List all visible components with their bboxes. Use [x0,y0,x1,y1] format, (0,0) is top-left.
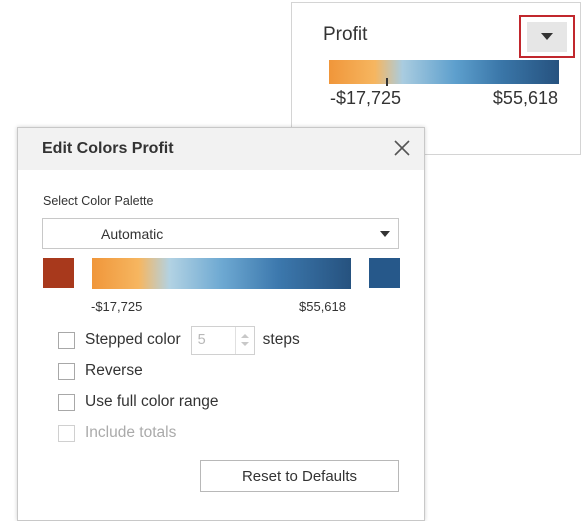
chevron-down-icon[interactable] [240,342,249,346]
close-icon[interactable] [390,136,414,160]
legend-menu-button-face[interactable] [527,21,567,52]
full-range-checkbox[interactable] [58,393,75,411]
palette-select-arrow [380,231,390,237]
stepped-color-checkbox[interactable] [58,331,75,349]
palette-gradient [92,258,351,289]
legend-menu-button[interactable] [519,15,575,58]
steps-spinner[interactable] [234,326,254,354]
legend-min-value: -$17,725 [330,88,402,108]
gradient-min-value: -$17,725 [91,299,143,314]
steps-value: 5 [197,332,206,348]
gradient-max-value: $55,618 [299,299,346,314]
full-range-label: Use full color range [85,393,219,410]
palette-select-value: Automatic [101,226,164,242]
chevron-up-icon[interactable] [240,334,249,338]
legend-max-value: $55,618 [492,88,558,108]
reset-to-defaults-button[interactable]: Reset to Defaults [200,460,399,492]
reverse-row: Reverse [58,360,143,382]
dialog-title: Edit Colors Profit [42,140,174,157]
edit-colors-dialog: Edit Colors Profit Select Color Palette … [17,127,425,521]
include-totals-label: Include totals [85,424,177,441]
include-totals-checkbox [58,424,75,442]
chevron-down-icon [380,231,390,237]
dialog-header: Edit Colors Profit [18,128,424,170]
start-color-swatch[interactable] [43,258,74,288]
legend-zero-tick [386,78,388,86]
legend-title: Profit [323,24,368,45]
palette-select[interactable]: Automatic [42,218,399,249]
palette-label: Select Color Palette [43,194,154,208]
steps-label: steps [262,331,300,348]
reverse-label: Reverse [85,362,143,379]
stepped-color-label: Stepped color [85,331,181,348]
reverse-checkbox[interactable] [58,362,75,380]
end-color-swatch[interactable] [369,258,400,288]
include-totals-row: Include totals [58,422,176,444]
steps-stepper[interactable]: 5 [190,325,255,355]
full-range-row: Use full color range [58,391,219,413]
chevron-down-icon [541,33,553,40]
legend-color-ramp [329,60,559,84]
stepped-color-row: Stepped color 5 steps [58,325,300,355]
